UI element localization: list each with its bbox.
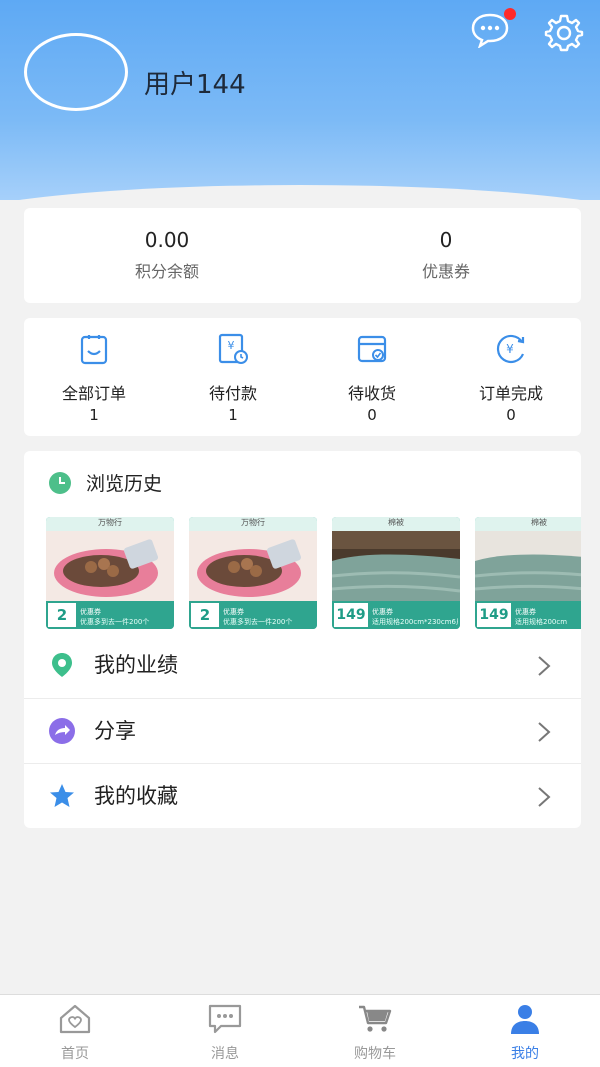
tab-label: 首页 (61, 1046, 89, 1062)
completed-orders-label: 订单完成 (478, 384, 543, 403)
user-icon (511, 1005, 539, 1034)
thumb-tagline: 优惠多到去一件200个 (223, 618, 293, 626)
thumb-banner: 棉被 (388, 518, 404, 527)
menu-label: 我的业绩 (94, 653, 178, 677)
header-wave (0, 185, 600, 200)
seed-plate-image (189, 531, 317, 601)
orders-card: 全部订单 1 ¥ 待付款 1 待收货 0 ¥ 订单完成 0 (24, 318, 581, 436)
cart-icon (359, 1005, 392, 1032)
message-icon (208, 1004, 242, 1034)
all-orders-label: 全部订单 (61, 384, 126, 403)
clipboard-icon (80, 335, 108, 365)
thumb-banner: 万物行 (98, 518, 122, 527)
avatar[interactable] (24, 33, 128, 111)
thumb-tagline: 优惠多到去一件200个 (80, 618, 150, 626)
points-label: 积分余额 (134, 262, 199, 281)
history-thumbnails: 万物行 2 优惠券 优惠多到去一件200个 万物行 2 优惠券 优惠多到去一件2… (46, 517, 581, 629)
svg-text:¥: ¥ (228, 339, 235, 352)
thumb-price: 2 (191, 603, 219, 627)
all-orders-count: 1 (89, 406, 99, 424)
payment-clock-icon: ¥ (218, 333, 248, 364)
chevron-right-icon (538, 722, 551, 742)
stats-card: 0.00 积分余额 0 优惠券 (24, 208, 581, 303)
thumb-price: 149 (477, 603, 511, 627)
thumb-desc: 优惠券 (223, 608, 244, 616)
history-item[interactable]: 棉被 149 优惠券 适用规格200cm (475, 517, 581, 629)
share-icon (49, 718, 75, 744)
thumb-desc: 优惠券 (515, 608, 536, 616)
coupons-label: 优惠券 (421, 262, 470, 281)
pending-payment-label: 待付款 (208, 384, 257, 403)
tab-label: 我的 (511, 1046, 539, 1062)
bottom-tab-bar: 首页 消息 购物车 我的 (0, 994, 600, 1067)
yen-refresh-icon: ¥ (496, 334, 525, 364)
completed-orders[interactable]: ¥ 订单完成 0 (441, 332, 581, 424)
thumb-desc: 优惠券 (372, 608, 393, 616)
pending-delivery[interactable]: 待收货 0 (302, 332, 442, 424)
all-orders[interactable]: 全部订单 1 (24, 332, 164, 424)
svg-text:¥: ¥ (506, 342, 514, 356)
thumb-price: 2 (48, 603, 76, 627)
coupons-value: 0 (439, 228, 453, 252)
history-card: 浏览历史 万物行 2 优惠券 优惠多到去一件200个 万物行 2 优惠券 优惠多… (24, 451, 581, 828)
completed-orders-count: 0 (506, 406, 516, 424)
history-title: 浏览历史 (86, 473, 163, 495)
menu-item-share[interactable]: 分享 (24, 698, 581, 762)
pending-payment-count: 1 (228, 406, 238, 424)
pending-payment[interactable]: ¥ 待付款 1 (163, 332, 303, 424)
bedding-image (475, 531, 581, 601)
home-icon (59, 1004, 91, 1034)
gear-icon[interactable] (544, 12, 584, 52)
history-item[interactable]: 棉被 149 优惠券 适用规格200cm*230cm6斤 (332, 517, 460, 629)
bedding-image (332, 531, 460, 601)
tab-home[interactable]: 首页 (0, 1003, 150, 1063)
tab-messages[interactable]: 消息 (150, 1003, 300, 1063)
thumb-tagline: 适用规格200cm*230cm6斤 (372, 618, 458, 626)
thumb-price: 149 (334, 603, 368, 627)
profile-header: 用户144 (0, 0, 600, 200)
star-icon (50, 784, 74, 807)
history-item[interactable]: 万物行 2 优惠券 优惠多到去一件200个 (46, 517, 174, 629)
location-pin-icon (52, 653, 72, 677)
thumb-desc: 优惠券 (80, 608, 101, 616)
menu-item-favorites[interactable]: 我的收藏 (24, 763, 581, 827)
history-header: 浏览历史 (48, 469, 162, 496)
tab-label: 消息 (211, 1046, 239, 1062)
username: 用户144 (144, 70, 246, 100)
thumb-tagline: 适用规格200cm (515, 618, 568, 626)
pending-delivery-count: 0 (367, 406, 377, 424)
notification-dot (504, 8, 516, 20)
history-item[interactable]: 万物行 2 优惠券 优惠多到去一件200个 (189, 517, 317, 629)
chat-bubble-icon[interactable] (470, 12, 510, 48)
coupons[interactable]: 0 优惠券 (346, 228, 546, 282)
menu-item-performance[interactable]: 我的业绩 (24, 633, 581, 697)
clock-icon (49, 471, 71, 494)
tab-label: 购物车 (354, 1046, 396, 1062)
menu-label: 我的收藏 (94, 784, 178, 808)
thumb-banner: 万物行 (241, 518, 265, 527)
chevron-right-icon (538, 787, 551, 807)
package-check-icon (357, 335, 387, 363)
chevron-right-icon (538, 656, 551, 676)
tab-profile[interactable]: 我的 (450, 1003, 600, 1063)
points-balance[interactable]: 0.00 积分余额 (67, 228, 267, 282)
thumb-banner: 棉被 (531, 518, 547, 527)
points-value: 0.00 (144, 228, 190, 252)
tab-cart[interactable]: 购物车 (300, 1003, 450, 1063)
pending-delivery-label: 待收货 (347, 384, 396, 403)
menu-label: 分享 (94, 719, 136, 743)
seed-plate-image (46, 531, 174, 601)
